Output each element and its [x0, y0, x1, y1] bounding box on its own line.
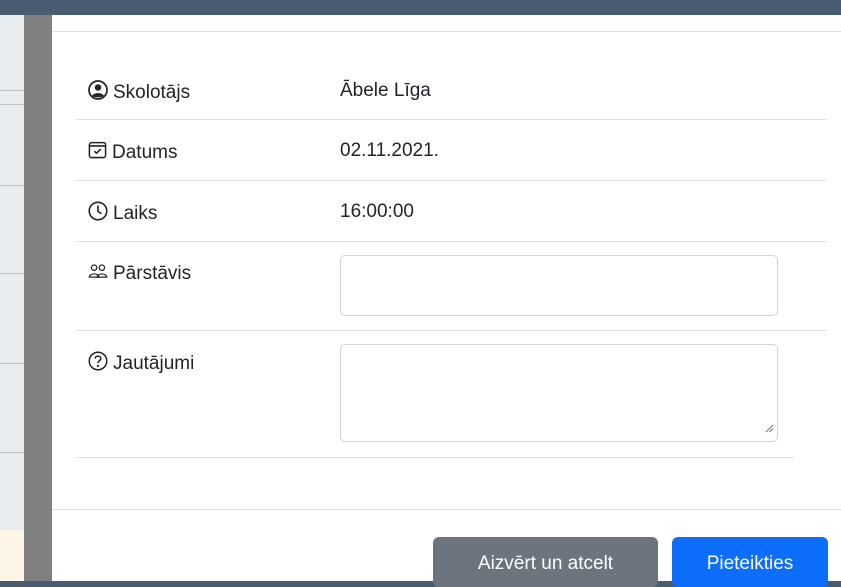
date-label: Datums	[112, 141, 178, 163]
questions-row: Jautājumi	[76, 331, 794, 458]
time-value: 16:00:00	[340, 201, 414, 222]
questions-label-group: Jautājumi	[88, 351, 194, 377]
clock-icon	[88, 201, 113, 227]
teacher-label: Skolotājs	[113, 82, 191, 103]
date-value: 02.11.2021.	[340, 140, 439, 161]
question-circle-icon	[88, 351, 113, 377]
signup-modal: Skolotājs Ābele Līga Datums 02.11.2021. …	[52, 15, 841, 587]
teacher-label-group: Skolotājs	[88, 80, 190, 106]
date-row: Datums 02.11.2021.	[76, 120, 827, 181]
representative-label: Pārstāvis	[113, 263, 192, 284]
questions-textarea[interactable]	[340, 344, 778, 442]
person-circle-icon	[88, 80, 113, 106]
modal-backdrop-shade	[24, 15, 52, 581]
teacher-row: Skolotājs Ābele Līga	[76, 62, 827, 120]
people-icon	[88, 262, 113, 286]
representative-label-group: Pārstāvis	[88, 262, 191, 286]
background-highlight	[0, 530, 24, 581]
modal-footer-divider	[52, 509, 841, 510]
modal-header-divider	[52, 31, 841, 32]
time-label: Laiks	[113, 203, 158, 224]
representative-input[interactable]	[340, 255, 778, 316]
background-table-edge	[0, 15, 24, 530]
questions-label: Jautājumi	[113, 353, 195, 374]
date-label-group: Datums	[88, 140, 177, 165]
calendar-check-icon	[88, 140, 112, 165]
teacher-value: Ābele Līga	[340, 80, 431, 101]
resize-handle-icon[interactable]	[764, 420, 774, 438]
representative-row: Pārstāvis	[76, 242, 827, 331]
close-and-cancel-button[interactable]: Aizvērt un atcelt	[433, 537, 658, 587]
time-label-group: Laiks	[88, 201, 157, 227]
apply-button[interactable]: Pieteikties	[672, 537, 828, 587]
time-row: Laiks 16:00:00	[76, 181, 827, 242]
